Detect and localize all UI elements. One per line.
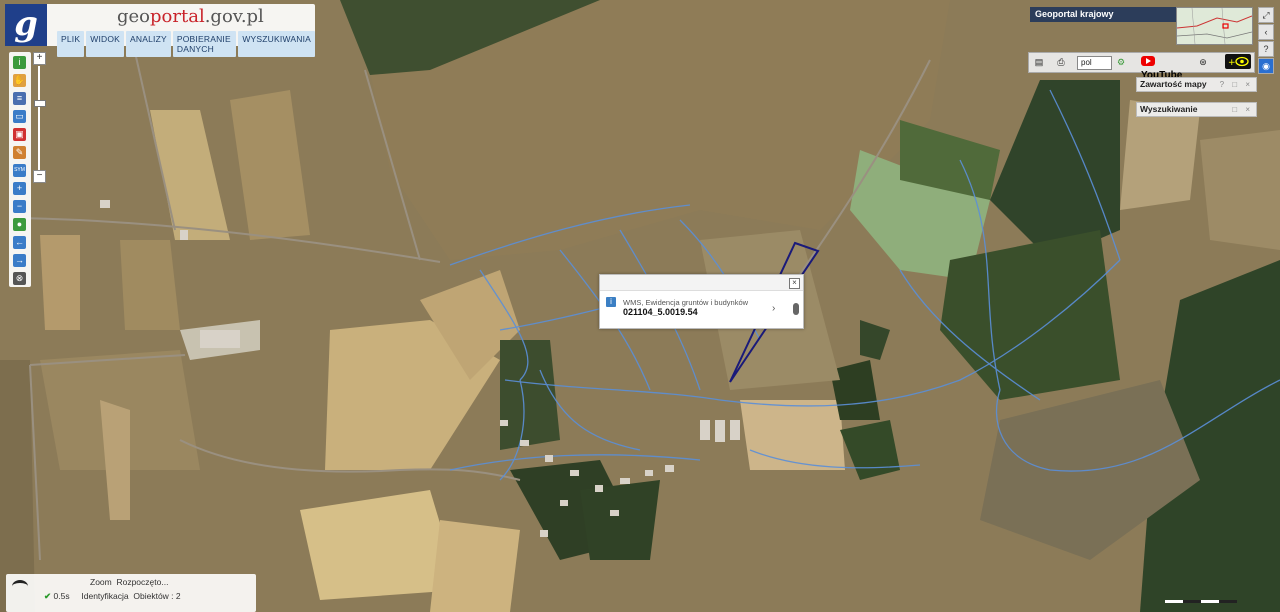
forward-arrow-icon[interactable]: →: [13, 254, 26, 267]
info-icon: i: [606, 297, 616, 307]
loading-spinner-icon: [12, 580, 28, 593]
svg-text:+: +: [1228, 58, 1236, 68]
view-eye-icon[interactable]: ◉: [1258, 58, 1274, 74]
full-extent-icon[interactable]: ⊗: [13, 272, 26, 285]
youtube-link[interactable]: YouTube: [1141, 55, 1189, 81]
fullscreen-icon[interactable]: ⤢: [1258, 7, 1274, 23]
popup-header: [600, 275, 803, 291]
menu-wyszukiwania[interactable]: WYSZUKIWANIA: [238, 31, 315, 57]
right-icon-bar: ▤ ⎙ pol ⚙ YouTube ⊛ +: [1028, 52, 1255, 81]
print-area-icon[interactable]: ▣: [13, 128, 26, 141]
popup-layer-name: WMS, Ewidencja gruntów i budynków: [623, 298, 749, 307]
zoom-slider[interactable]: + −: [33, 52, 46, 183]
youtube-play-icon: [1141, 56, 1155, 67]
parcel-id[interactable]: 021104_5.0019.54: [623, 307, 698, 317]
info-icon[interactable]: i: [13, 56, 26, 69]
zoom-handle[interactable]: [34, 100, 46, 107]
help-icon[interactable]: ?: [1258, 41, 1274, 57]
brand-header: g geoportal.gov.pl PLIK WIDOK ANALIZY PO…: [5, 4, 315, 57]
popup-scrollbar[interactable]: [793, 303, 799, 315]
zoom-out-icon[interactable]: −: [13, 200, 26, 213]
settings-icon[interactable]: ⚙: [1115, 56, 1127, 68]
popup-next-icon[interactable]: ›: [772, 303, 775, 314]
select-icon[interactable]: ▭: [13, 110, 26, 123]
main-menu: PLIK WIDOK ANALIZY POBIERANIE DANYCH WYS…: [57, 31, 315, 57]
zoom-track[interactable]: [38, 66, 40, 170]
sym-icon[interactable]: SYM: [13, 164, 26, 177]
right-side-strip: ⤢ ‹ ? ◉: [1258, 7, 1274, 74]
globe-icon[interactable]: ●: [13, 218, 26, 231]
scale-bar: [1165, 600, 1240, 603]
popup-close-button[interactable]: ×: [789, 278, 800, 289]
language-select[interactable]: pol: [1077, 56, 1112, 70]
menu-analizy[interactable]: ANALIZY: [126, 31, 171, 57]
identify-popup: × i WMS, Ewidencja gruntów i budynków 02…: [599, 274, 804, 329]
accessibility-icon[interactable]: ⊛: [1197, 56, 1209, 68]
layers-list-icon[interactable]: ≡: [13, 92, 26, 105]
geoportal-krajowy-button[interactable]: Geoportal krajowy: [1030, 7, 1178, 22]
high-contrast-toggle[interactable]: +: [1225, 54, 1251, 69]
overview-minimap[interactable]: [1176, 7, 1253, 45]
status-row-zoom: Zoom Rozpoczęto...: [90, 577, 169, 587]
menu-widok[interactable]: WIDOK: [86, 31, 125, 57]
menu-plik[interactable]: PLIK: [57, 31, 85, 57]
measure-icon[interactable]: ✎: [13, 146, 26, 159]
panel-controls[interactable]: ? □ ×: [1220, 78, 1253, 91]
document-icon[interactable]: ▤: [1033, 56, 1045, 68]
site-title: geoportal.gov.pl: [117, 6, 264, 27]
geoportal-logo[interactable]: g: [5, 4, 47, 46]
zoom-out-button[interactable]: −: [33, 170, 46, 183]
zoom-in-button[interactable]: +: [33, 52, 46, 65]
panel-zawartosc-mapy[interactable]: Zawartość mapy? □ ×: [1136, 77, 1257, 92]
menu-pobieranie-danych[interactable]: POBIERANIE DANYCH: [172, 31, 237, 57]
status-panel: Zoom Rozpoczęto... ✔ 0.5s Identyfikacja …: [6, 574, 256, 612]
status-row-identify: ✔ 0.5s Identyfikacja Obiektów : 2: [44, 591, 181, 601]
check-icon: ✔: [44, 591, 52, 601]
panel-controls[interactable]: □ ×: [1232, 103, 1253, 116]
printer-icon[interactable]: ⎙: [1055, 56, 1067, 68]
panel-wyszukiwanie[interactable]: Wyszukiwanie □ ×: [1136, 102, 1257, 117]
back-arrow-icon[interactable]: ←: [13, 236, 26, 249]
pan-icon[interactable]: ✋: [13, 74, 26, 87]
left-toolbar: i ✋ ≡ ▭ ▣ ✎ SYM + − ● ← → ⊗: [9, 52, 31, 287]
collapse-icon[interactable]: ‹: [1258, 24, 1274, 40]
zoom-in-icon[interactable]: +: [13, 182, 26, 195]
